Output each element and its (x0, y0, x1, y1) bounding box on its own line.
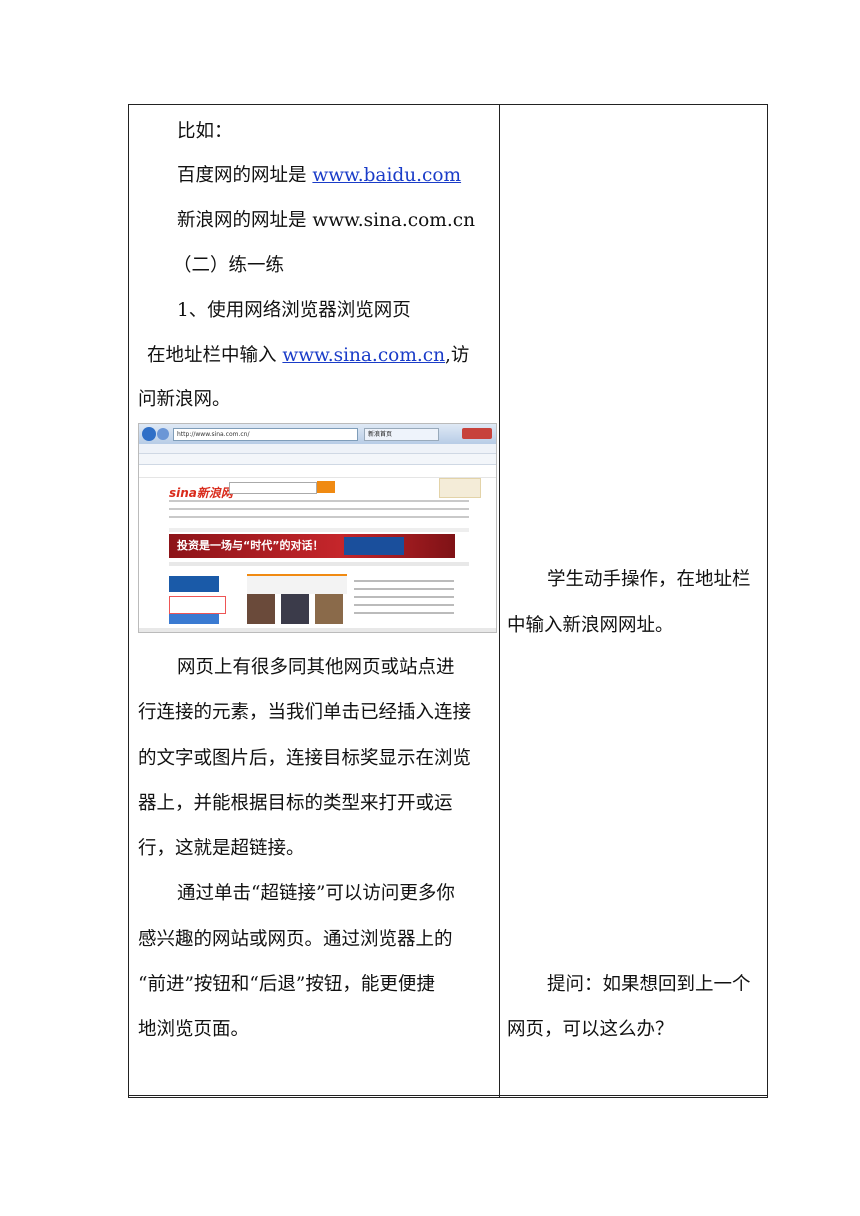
text-line: 问新浪网。 (138, 389, 231, 410)
edu-block (169, 596, 226, 614)
close-icon (462, 428, 492, 439)
sina-logo: sina新浪网 (169, 486, 233, 500)
site-search-input (229, 482, 317, 494)
ad-block (169, 614, 219, 624)
teacher-note: 网页，可以这么办？ (507, 1019, 674, 1040)
column-divider (499, 105, 500, 1097)
text-line: 比如： (177, 121, 233, 142)
news-photo (247, 594, 275, 624)
teacher-note: 中输入新浪网网址。 (507, 615, 674, 636)
lesson-table: 比如： 百度网的网址是 www.baidu.com 新浪网的网址是 www.si… (128, 104, 768, 1098)
teacher-note: 学生动手操作，在地址栏 (547, 569, 751, 590)
status-bar (139, 628, 496, 632)
paragraph-line: 行连接的元素，当我们单击已经插入连接 (138, 702, 472, 723)
baidu-link[interactable]: www.baidu.com (312, 165, 461, 186)
news-photo (315, 594, 343, 624)
nav-links (169, 500, 469, 524)
banner-text: 投资是一场与“时代”的对话！ (177, 539, 324, 552)
ad-block (169, 576, 219, 592)
teacher-note: 提问：如果想回到上一个 (547, 974, 751, 995)
menu-bar (139, 444, 496, 454)
browser-titlebar: http://www.sina.com.cn/ 新浪首页 (139, 424, 496, 444)
browser-screenshot: http://www.sina.com.cn/ 新浪首页 sina新浪网 投资是… (138, 423, 497, 633)
separator (169, 528, 469, 532)
site-search-button (317, 481, 335, 493)
news-list (354, 574, 454, 632)
step-heading: 1、使用网络浏览器浏览网页 (177, 300, 411, 321)
sina-link[interactable]: www.sina.com.cn (282, 345, 445, 366)
site-top-nav (139, 465, 496, 478)
address-bar: http://www.sina.com.cn/ (173, 428, 358, 441)
section-heading: （二）练一练 (173, 255, 285, 276)
news-photo (281, 594, 309, 624)
banner-box (344, 537, 404, 555)
paragraph-line: 的文字或图片后，连接目标奖显示在浏览 (138, 748, 472, 769)
paragraph-line: 器上，并能根据目标的类型来打开或运 (138, 793, 453, 814)
paragraph-line: “前进”按钮和“后退”按钮，能更便捷 (138, 974, 435, 995)
paragraph-line: 通过单击“超链接”可以访问更多你 (177, 883, 455, 904)
paragraph-line: 网页上有很多同其他网页或站点进 (177, 657, 455, 678)
text-line: 在地址栏中输入 www.sina.com.cn,访 (147, 345, 470, 366)
forward-button-icon (157, 428, 169, 440)
picture-header (247, 574, 347, 594)
back-button-icon (142, 427, 156, 441)
text-line: 新浪网的网址是 www.sina.com.cn (177, 210, 476, 231)
favorites-bar (139, 454, 496, 465)
paragraph-line: 行，这就是超链接。 (138, 838, 305, 859)
separator (169, 562, 469, 566)
promo-box (439, 478, 481, 498)
text-line: 百度网的网址是 www.baidu.com (177, 165, 462, 186)
browser-tab: 新浪首页 (364, 428, 439, 441)
paragraph-line: 地浏览页面。 (138, 1019, 250, 1040)
paragraph-line: 感兴趣的网站或网页。通过浏览器上的 (138, 929, 453, 950)
